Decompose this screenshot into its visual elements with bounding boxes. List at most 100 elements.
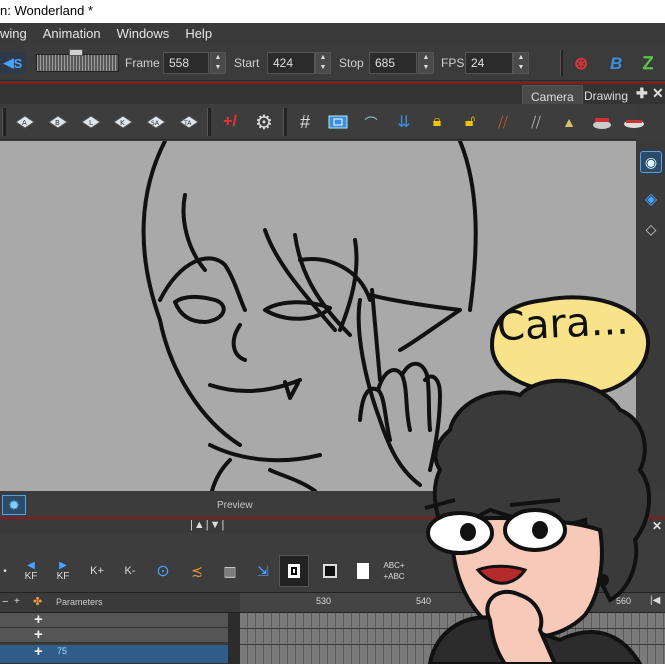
blank-keyframe-button[interactable] xyxy=(350,558,376,584)
lock-add-icon[interactable]: 🔓︎ xyxy=(458,111,482,133)
playback-speed-slider[interactable] xyxy=(36,49,119,72)
prev-keyframe-button[interactable]: ◀ KF xyxy=(18,558,44,584)
layer-sa-icon[interactable]: SA xyxy=(144,111,168,133)
menu-drawing[interactable]: wing xyxy=(0,26,35,41)
menu-animation[interactable]: Animation xyxy=(35,26,109,41)
bone-b-icon[interactable]: B xyxy=(610,54,622,74)
turntable-red-icon[interactable] xyxy=(590,111,614,133)
onion-skin-icon[interactable]: ⌒ xyxy=(359,111,383,133)
menu-help[interactable]: Help xyxy=(177,26,220,41)
layer-k-icon[interactable]: K xyxy=(111,111,135,133)
ease-icon[interactable]: ≾ xyxy=(184,558,210,584)
toolbar-separator xyxy=(283,108,287,136)
add-layer-icon[interactable]: + xyxy=(14,596,20,607)
frame-nav-icon[interactable]: |◀ xyxy=(650,595,660,606)
remove-keyframe-button[interactable]: K- xyxy=(117,558,143,584)
frame-spinner[interactable]: ▲ ▼ xyxy=(210,52,226,74)
menu-bar: wing Animation Windows Help xyxy=(0,23,665,44)
gear-icon[interactable]: ⚙ xyxy=(252,111,276,134)
rename-sequence-button[interactable]: ABC+ +ABC xyxy=(378,558,410,584)
svg-text:A: A xyxy=(22,119,27,127)
speaker-icon: ◀ xyxy=(3,55,14,70)
stop-motion-keyframe-button[interactable] xyxy=(279,555,309,587)
light-table-icon[interactable]: ⇊ xyxy=(392,111,416,133)
expand-icon[interactable]: + xyxy=(34,643,43,660)
view-tab-bar: Camera Drawing ✚ ✕ xyxy=(0,82,665,106)
collapse-arrows-icon[interactable]: |▲|▼| xyxy=(190,519,225,531)
turntable-icon[interactable] xyxy=(622,111,646,133)
layer-l-icon[interactable]: L xyxy=(79,111,103,133)
menu-windows[interactable]: Windows xyxy=(109,26,178,41)
layer-move-icon[interactable]: ⇲ xyxy=(250,558,276,584)
layer-scrollbar[interactable] xyxy=(228,613,240,664)
preview-bar: ✹ Preview xyxy=(0,491,665,519)
close-view-icon[interactable]: ✕ xyxy=(652,85,664,102)
row-divider xyxy=(240,644,665,645)
start-spinner[interactable]: ▲ ▼ xyxy=(315,52,331,74)
layer-b-icon[interactable]: B xyxy=(46,111,70,133)
close-panel-icon[interactable]: ✕ xyxy=(652,519,662,533)
safe-area-icon[interactable] xyxy=(326,111,350,133)
tab-camera[interactable]: Camera xyxy=(522,85,583,106)
stop-spinner[interactable]: ▲ ▼ xyxy=(418,52,434,74)
add-brush-icon[interactable]: +/ xyxy=(218,111,242,133)
sound-label: S xyxy=(13,55,23,71)
frame-cells[interactable] xyxy=(240,613,665,664)
add-view-icon[interactable]: ✚ xyxy=(636,85,648,102)
eye-icon[interactable]: ◉ xyxy=(640,151,662,173)
layer-row-selected[interactable]: + 75 xyxy=(0,643,228,664)
layer-value: 75 xyxy=(57,646,68,656)
bone-z-icon[interactable]: Ꮓ xyxy=(643,54,654,74)
layer-menu-icon[interactable]: ✤ xyxy=(33,595,42,608)
panel-split-handle[interactable]: |▲|▼| ✕ xyxy=(0,519,665,533)
blank-icon xyxy=(357,563,369,579)
prev-arrow-icon: ◀ xyxy=(27,560,35,571)
expand-icon[interactable]: + xyxy=(34,626,43,643)
ease-grey-icon[interactable]: ⧸⧸ xyxy=(524,111,548,133)
layer-outline-icon[interactable]: ◇ xyxy=(640,221,662,243)
hold-keyframe-button[interactable] xyxy=(317,558,343,584)
keyframe-icon xyxy=(288,564,300,578)
fps-label: FPS xyxy=(441,56,465,70)
start-field[interactable]: 424 xyxy=(267,52,315,74)
columns-icon[interactable]: ▥ xyxy=(217,558,243,584)
collapse-icon[interactable]: − xyxy=(2,596,8,608)
rotate-sphere-icon[interactable]: ⊛ xyxy=(574,54,588,74)
layer-ta-icon[interactable]: TA xyxy=(177,111,201,133)
fps-field[interactable]: 24 xyxy=(465,52,513,74)
kf-label: KF xyxy=(56,571,70,582)
dot-icon[interactable]: • xyxy=(0,558,10,584)
window-title: n: Wonderland * xyxy=(0,3,93,18)
tool-toolbar: A B L K SA TA +/ ⚙ # ⌒ ⇊ 🔒︎ 🔓︎ ⧸⧸ ⧸⧸ ▲ xyxy=(0,104,644,140)
stop-field[interactable]: 685 xyxy=(369,52,417,74)
svg-text:K: K xyxy=(120,119,125,127)
svg-text:TA: TA xyxy=(183,120,192,127)
frame-number: 540 xyxy=(416,596,432,606)
tab-drawing[interactable]: Drawing xyxy=(576,85,636,106)
frame-field[interactable]: 558 xyxy=(163,52,209,74)
frame-label: Frame xyxy=(125,56,160,70)
svg-text:B: B xyxy=(55,119,60,127)
timeline-toolbar: • ◀ KF ▶ KF K+ K- ⊙ ≾ ▥ ⇲ ABC+ +ABC xyxy=(0,533,665,593)
grid-icon[interactable]: # xyxy=(293,111,317,133)
ease-red-icon[interactable]: ⧸⧸ xyxy=(491,111,515,133)
layer-stack-icon[interactable]: ◈ xyxy=(640,189,662,211)
pencil-stamp-icon[interactable]: ▲ xyxy=(557,111,581,133)
next-keyframe-button[interactable]: ▶ KF xyxy=(50,558,76,584)
preview-label: Preview xyxy=(217,500,253,511)
playback-toolbar: ◀ S Frame 558 ▲ ▼ Start 424 ▲ ▼ Stop 685 ▲ ▼… xyxy=(0,44,665,81)
sound-scrub-button[interactable]: ◀ S xyxy=(0,52,26,74)
fps-spinner[interactable]: ▲ ▼ xyxy=(513,52,529,74)
layer-a-icon[interactable]: A xyxy=(13,111,37,133)
layer-row[interactable]: + xyxy=(0,626,228,643)
parameters-label: Parameters xyxy=(56,597,103,607)
slider-knob[interactable] xyxy=(69,49,83,56)
frame-ruler[interactable]: 530 540 560 |◀ xyxy=(240,593,665,613)
onion-skin-timeline-icon[interactable]: ⊙ xyxy=(150,558,176,584)
speech-bubble-text: Cara... xyxy=(495,297,630,351)
lock-icon[interactable]: 🔒︎ xyxy=(425,111,449,133)
add-keyframe-button[interactable]: K+ xyxy=(84,558,110,584)
sun-icon[interactable]: ✹ xyxy=(2,495,26,515)
svg-text:L: L xyxy=(89,119,93,127)
row-divider xyxy=(240,628,665,629)
